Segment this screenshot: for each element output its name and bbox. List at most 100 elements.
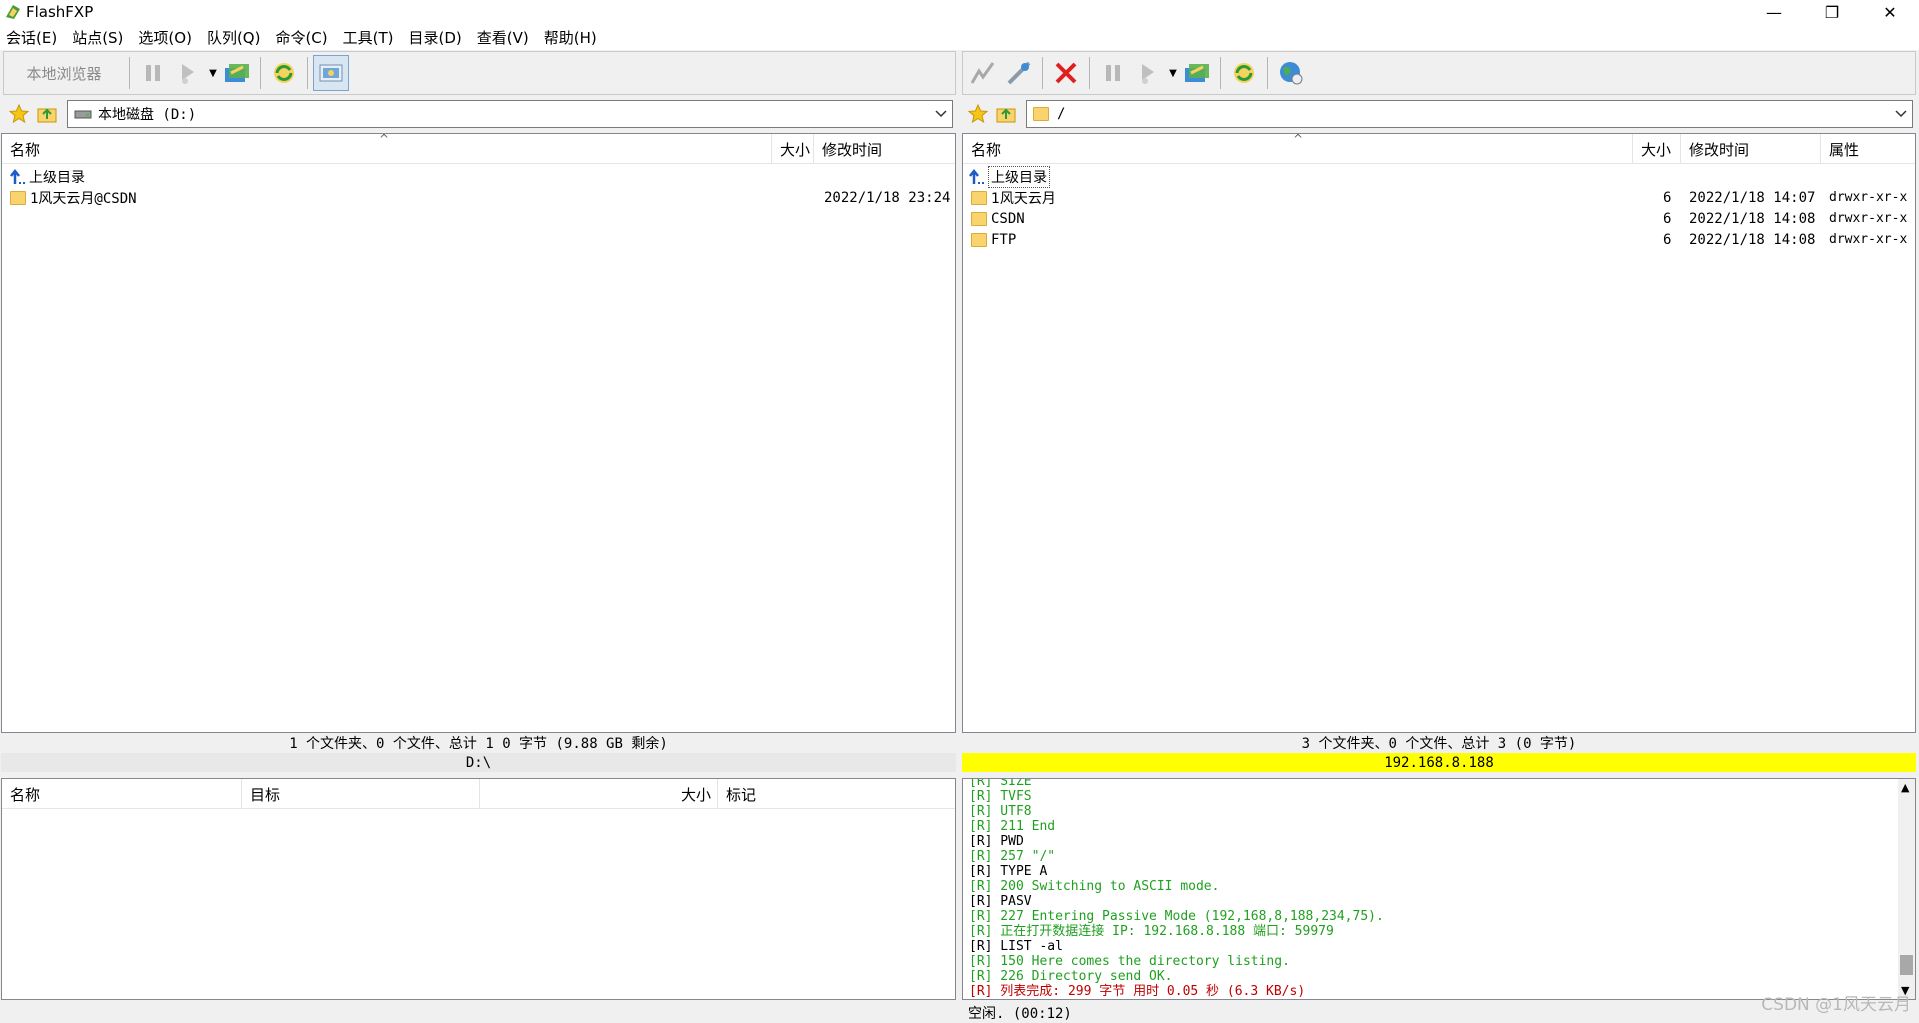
parent-folder-icon[interactable] [996,104,1016,124]
pause-icon[interactable] [135,55,171,91]
sort-ascending-icon: ^ [1293,133,1304,146]
log-scrollbar[interactable]: ▲ ▼ [1898,779,1915,999]
log-text: UTF8 [992,804,1032,819]
idle-status: 空闲. (00:12) [968,1006,1072,1022]
column-size[interactable]: 大小 [1633,134,1681,164]
list-item[interactable]: CSDN 6 2022/1/18 14:08 drwxr-xr-x [963,208,1915,229]
log-text: PASV [992,894,1032,909]
column-name[interactable]: 名称 [2,779,242,809]
menu-sites[interactable]: 站点(S) [72,27,123,48]
column-modified[interactable]: 修改时间 [1681,134,1821,164]
log-text: LIST -al [992,939,1063,954]
item-size: 6 [1663,210,1672,227]
scroll-up-icon[interactable]: ▲ [1901,781,1909,794]
menu-directory[interactable]: 目录(D) [409,27,462,48]
log-tag: [R] [969,819,993,834]
item-modified: 2022/1/18 23:24 [824,189,951,206]
menu-options[interactable]: 选项(O) [138,27,192,48]
column-modified[interactable]: 修改时间 [814,134,955,164]
local-browser-button[interactable]: 本地浏览器 [4,56,124,90]
close-button[interactable]: ✕ [1861,0,1919,24]
log-tag: [R] [969,804,993,819]
log-line: [R] 227 Entering Passive Mode (192,168,8… [969,909,1895,924]
log-tag: [R] [969,954,993,969]
column-name[interactable]: 名称 ^ [2,134,772,164]
column-size[interactable]: 大小 [772,134,814,164]
left-path-input[interactable]: 本地磁盘 (D:) [67,100,953,128]
menu-help[interactable]: 帮助(H) [544,27,597,48]
log-text: 257 "/" [992,849,1056,864]
refresh-icon[interactable] [1226,55,1262,91]
log-tag: [R] [969,864,993,879]
list-item[interactable]: 1风天云月 6 2022/1/18 14:07 drwxr-xr-x [963,187,1915,208]
left-status: 1 个文件夹、0 个文件、总计 1 0 字节 (9.88 GB 剩余) [289,735,668,752]
log-line: [R] TVFS [969,789,1895,804]
column-target[interactable]: 目标 [242,779,480,809]
list-item[interactable]: 上级目录 [2,166,955,187]
queue-list[interactable]: 名称 目标 大小 标记 [1,778,956,1000]
log-text: 227 Entering Passive Mode (192,168,8,188… [992,909,1384,924]
menu-commands[interactable]: 命令(C) [275,27,327,48]
compare-folders-icon[interactable] [1179,55,1215,91]
menu-tools[interactable]: 工具(T) [343,27,394,48]
right-file-list[interactable]: 名称 ^ 大小 修改时间 属性 上级目录 1风天云月 6 2022/1/18 14… [962,133,1916,733]
log-text: 列表完成: 299 字节 用时 0.05 秒 (6.3 KB/s) [992,984,1306,999]
right-path-input[interactable]: / [1026,100,1913,128]
log-text: 150 Here comes the directory listing. [992,954,1290,969]
quick-connect-icon[interactable] [1001,55,1037,91]
minimize-button[interactable]: — [1745,0,1803,24]
item-attributes: drwxr-xr-x [1829,232,1908,247]
scroll-thumb[interactable] [1900,955,1913,975]
log-panel[interactable]: [R] SIZE [R] TVFS [R] UTF8 [R] 211 End [R] P… [962,778,1916,1000]
column-name[interactable]: 名称 ^ [963,134,1633,164]
local-browser-view-icon[interactable] [313,55,349,91]
log-line: [R] UTF8 [969,804,1895,819]
right-path-bar: / [962,98,1916,130]
log-text: 226 Directory send OK. [992,969,1173,984]
refresh-icon[interactable] [266,55,302,91]
toolbar-separator [1042,57,1043,89]
chevron-down-icon[interactable] [930,101,952,127]
compare-folders-icon[interactable] [219,55,255,91]
parent-folder-icon[interactable] [37,104,57,124]
parent-directory-icon [10,168,25,184]
title-bar: FlashFXP — ❐ ✕ [0,0,1919,24]
favorites-star-icon[interactable] [968,104,988,124]
folder-icon [971,190,987,205]
toolbar-separator [307,57,308,89]
list-item[interactable]: 上级目录 [963,165,1915,188]
column-mark[interactable]: 标记 [718,779,955,809]
flashfxp-logo-icon [6,5,20,19]
folder-icon [1033,107,1049,121]
log-text: TVFS [992,789,1032,804]
pause-icon[interactable] [1095,55,1131,91]
column-size[interactable]: 大小 [480,779,718,809]
globe-icon[interactable] [1273,55,1309,91]
item-name: FTP [991,231,1017,248]
left-file-list[interactable]: 名称 ^ 大小 修改时间 上级目录 1风天云月@CSDN 2022/1/18 23… [1,133,956,733]
transfer-icon[interactable] [1131,55,1167,91]
transfer-dropdown-arrow-icon[interactable]: ▼ [207,55,219,91]
menu-queue[interactable]: 队列(Q) [207,27,261,48]
connect-icon[interactable] [965,55,1001,91]
log-tag: [R] [969,969,993,984]
list-item[interactable]: FTP 6 2022/1/18 14:08 drwxr-xr-x [963,229,1915,250]
chevron-down-icon[interactable] [1890,101,1912,127]
log-text: PWD [992,834,1024,849]
menu-session[interactable]: 会话(E) [6,27,57,48]
transfer-icon[interactable] [171,55,207,91]
left-path-bar: 本地磁盘 (D:) [3,98,956,130]
log-line: [R] LIST -al [969,939,1895,954]
favorites-star-icon[interactable] [9,104,29,124]
menu-view[interactable]: 查看(V) [477,27,529,48]
watermark: CSDN @1风天云月 [1761,995,1911,1015]
log-line: [R] 150 Here comes the directory listing… [969,954,1895,969]
disconnect-icon[interactable] [1048,55,1084,91]
list-item[interactable]: 1风天云月@CSDN 2022/1/18 23:24 [2,187,955,208]
log-line: [R] PWD [969,834,1895,849]
column-attributes[interactable]: 属性 [1821,134,1915,164]
log-line: [R] 200 Switching to ASCII mode. [969,879,1895,894]
transfer-dropdown-arrow-icon[interactable]: ▼ [1167,55,1179,91]
maximize-button[interactable]: ❐ [1803,0,1861,24]
right-list-header: 名称 ^ 大小 修改时间 属性 [963,134,1915,164]
